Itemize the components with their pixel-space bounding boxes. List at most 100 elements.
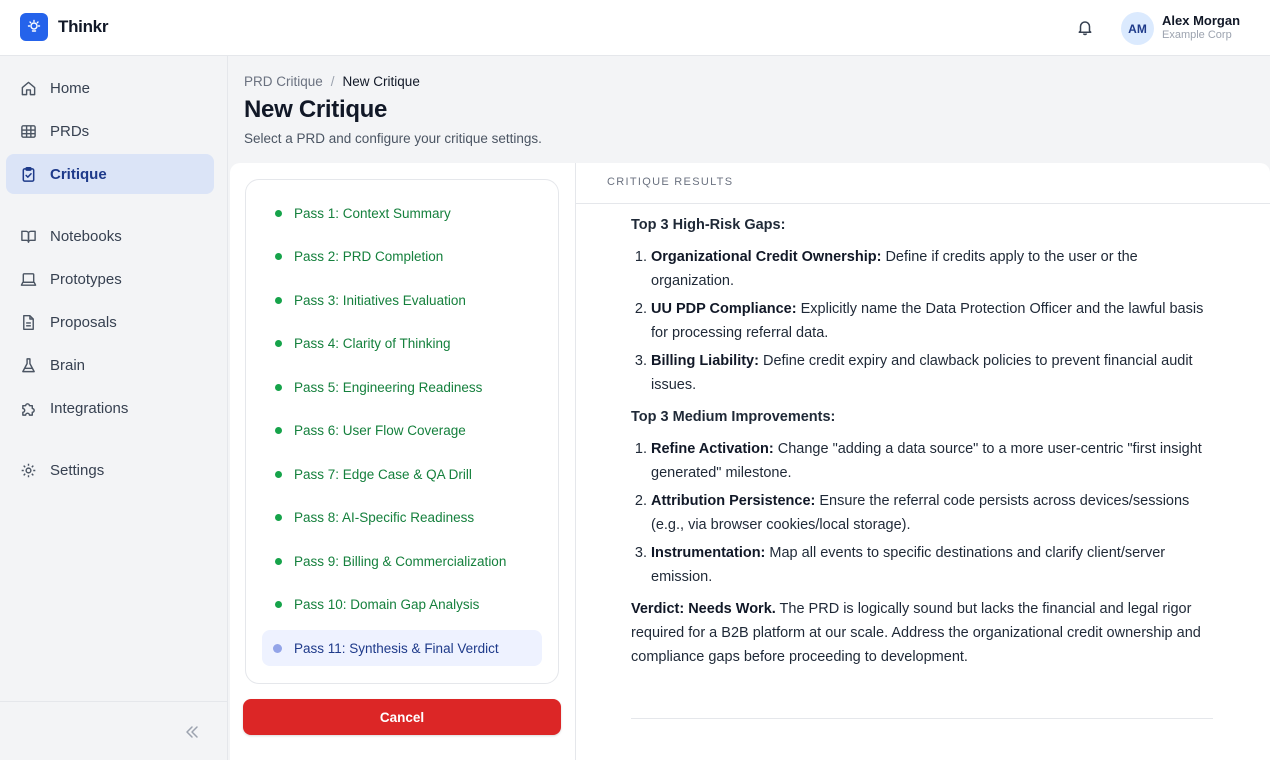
sidebar-item-prds[interactable]: PRDs xyxy=(6,111,214,151)
pass-label: Pass 9: Billing & Commercialization xyxy=(294,553,507,569)
list-item: Instrumentation: Map all events to speci… xyxy=(651,541,1216,589)
item-title: Attribution Persistence: xyxy=(651,493,816,509)
list-item: Organizational Credit Ownership: Define … xyxy=(651,245,1216,293)
results-panel: CRITIQUE RESULTS Top 3 High-Risk Gaps: O… xyxy=(576,163,1270,760)
breadcrumb-current: New Critique xyxy=(342,74,420,89)
status-dot xyxy=(275,601,282,608)
pass-label: Pass 6: User Flow Coverage xyxy=(294,422,466,438)
bell-icon[interactable] xyxy=(1076,18,1094,36)
list-item: Billing Liability: Define credit expiry … xyxy=(651,349,1216,397)
verdict-label: Verdict: Needs Work. xyxy=(631,601,776,617)
cancel-button[interactable]: Cancel xyxy=(243,699,561,735)
status-dot xyxy=(275,384,282,391)
sidebar-item-label: Notebooks xyxy=(50,227,122,245)
passes-panel: Pass 1: Context Summary Pass 2: PRD Comp… xyxy=(230,163,576,760)
pass-label: Pass 10: Domain Gap Analysis xyxy=(294,596,480,612)
sidebar-item-settings[interactable]: Settings xyxy=(6,450,214,490)
status-dot xyxy=(275,427,282,434)
pass-label: Pass 4: Clarity of Thinking xyxy=(294,335,451,351)
pass-label: Pass 1: Context Summary xyxy=(294,205,451,221)
sidebar-item-label: PRDs xyxy=(50,122,90,140)
pass-item[interactable]: Pass 5: Engineering Readiness xyxy=(262,369,542,405)
status-dot xyxy=(275,514,282,521)
pass-item[interactable]: Pass 2: PRD Completion xyxy=(262,238,542,274)
pass-label: Pass 2: PRD Completion xyxy=(294,248,444,264)
sidebar-divider xyxy=(0,701,228,702)
medium-list: Refine Activation: Change "adding a data… xyxy=(651,437,1216,589)
sidebar-item-label: Home xyxy=(50,79,91,97)
high-risk-heading: Top 3 High-Risk Gaps: xyxy=(631,217,786,233)
breadcrumb: PRD Critique / New Critique xyxy=(244,74,420,89)
item-title: UU PDP Compliance: xyxy=(651,301,797,317)
sidebar-item-label: Critique xyxy=(50,165,107,183)
pass-label: Pass 3: Initiatives Evaluation xyxy=(294,292,466,308)
sidebar-item-home[interactable]: Home xyxy=(6,68,214,108)
flask-icon xyxy=(22,357,35,372)
list-item: UU PDP Compliance: Explicitly name the D… xyxy=(651,297,1216,345)
pass-item-active[interactable]: Pass 11: Synthesis & Final Verdict xyxy=(262,630,542,666)
medium-heading: Top 3 Medium Improvements: xyxy=(631,409,836,425)
avatar[interactable]: AM xyxy=(1121,12,1154,45)
breadcrumb-parent[interactable]: PRD Critique xyxy=(244,74,323,89)
document-icon xyxy=(23,314,34,330)
status-dot xyxy=(275,340,282,347)
critique-results: Top 3 High-Risk Gaps: Organizational Cre… xyxy=(631,213,1216,669)
brand-name[interactable]: Thinkr xyxy=(58,17,108,37)
pass-item[interactable]: Pass 6: User Flow Coverage xyxy=(262,412,542,448)
sidebar-item-label: Prototypes xyxy=(50,270,122,288)
sidebar-item-critique[interactable]: Critique xyxy=(6,154,214,194)
user-org: Example Corp xyxy=(1162,29,1232,41)
item-title: Refine Activation: xyxy=(651,441,774,457)
pass-item[interactable]: Pass 10: Domain Gap Analysis xyxy=(262,586,542,622)
sidebar-item-notebooks[interactable]: Notebooks xyxy=(6,216,214,256)
page-subtitle: Select a PRD and configure your critique… xyxy=(244,131,542,146)
sidebar: Home PRDs Critique Notebooks Prototypes … xyxy=(0,56,228,760)
gear-icon xyxy=(21,463,36,477)
user-name: Alex Morgan xyxy=(1162,13,1241,28)
table-icon xyxy=(21,124,36,138)
pass-item[interactable]: Pass 1: Context Summary xyxy=(262,195,542,231)
status-dot xyxy=(275,253,282,260)
sidebar-item-label: Settings xyxy=(50,461,105,479)
high-risk-list: Organizational Credit Ownership: Define … xyxy=(651,245,1216,397)
status-dot xyxy=(275,210,282,217)
book-icon xyxy=(21,230,36,243)
item-title: Instrumentation: xyxy=(651,545,766,561)
item-title: Organizational Credit Ownership: xyxy=(651,249,882,265)
laptop-icon xyxy=(20,272,37,286)
status-dot xyxy=(275,558,282,565)
sidebar-item-brain[interactable]: Brain xyxy=(6,345,214,385)
page-title: New Critique xyxy=(244,96,388,123)
list-item: Attribution Persistence: Ensure the refe… xyxy=(651,489,1216,537)
pass-item[interactable]: Pass 7: Edge Case & QA Drill xyxy=(262,456,542,492)
sidebar-item-label: Integrations xyxy=(50,399,129,417)
results-section-label: CRITIQUE RESULTS xyxy=(607,176,734,188)
verdict: Verdict: Needs Work. The PRD is logicall… xyxy=(631,597,1216,669)
item-title: Billing Liability: xyxy=(651,353,759,369)
pass-label: Pass 7: Edge Case & QA Drill xyxy=(294,466,472,482)
status-dot xyxy=(275,471,282,478)
clipboard-check-icon xyxy=(22,166,35,182)
sidebar-item-label: Brain xyxy=(50,356,86,374)
status-dot xyxy=(275,297,282,304)
sidebar-item-proposals[interactable]: Proposals xyxy=(6,302,214,342)
pass-label: Pass 8: AI-Specific Readiness xyxy=(294,509,475,525)
pass-label: Pass 11: Synthesis & Final Verdict xyxy=(294,640,499,656)
sidebar-item-label: Proposals xyxy=(50,313,117,331)
pass-item[interactable]: Pass 4: Clarity of Thinking xyxy=(262,325,542,361)
divider xyxy=(576,203,1270,204)
sidebar-item-integrations[interactable]: Integrations xyxy=(6,388,214,428)
sidebar-item-prototypes[interactable]: Prototypes xyxy=(6,259,214,299)
pass-list: Pass 1: Context Summary Pass 2: PRD Comp… xyxy=(245,179,559,684)
home-icon xyxy=(21,81,36,95)
top-bar: Thinkr AM Alex Morgan Example Corp xyxy=(0,0,1270,56)
lightbulb-icon[interactable] xyxy=(20,13,48,41)
chevrons-left-icon[interactable] xyxy=(183,723,201,741)
pass-item[interactable]: Pass 3: Initiatives Evaluation xyxy=(262,282,542,318)
pass-item[interactable]: Pass 8: AI-Specific Readiness xyxy=(262,499,542,535)
divider xyxy=(631,718,1213,719)
pass-label: Pass 5: Engineering Readiness xyxy=(294,379,483,395)
pass-item[interactable]: Pass 9: Billing & Commercialization xyxy=(262,543,542,579)
puzzle-icon xyxy=(22,402,35,416)
status-dot xyxy=(273,644,282,653)
